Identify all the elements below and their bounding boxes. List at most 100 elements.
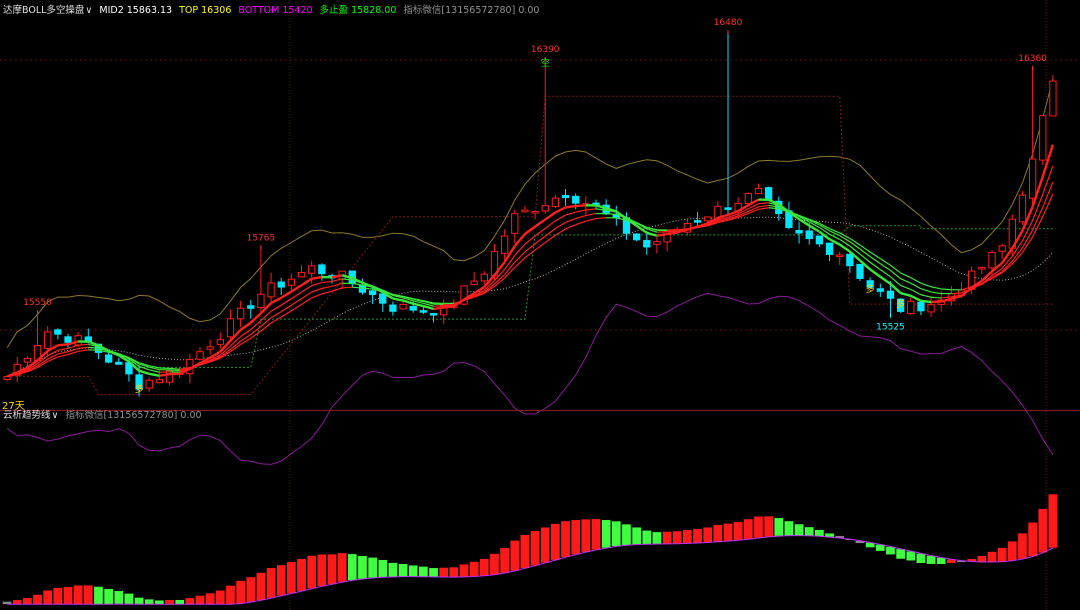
oscillator-bar xyxy=(327,553,337,585)
chevron-down-icon[interactable]: ∨ xyxy=(85,4,92,18)
oscillator-bar xyxy=(814,529,825,537)
trend-ribbon-segment xyxy=(280,304,292,313)
candle-body xyxy=(907,300,915,315)
trend-ribbon-segment xyxy=(666,231,678,236)
trend-ribbon-segment xyxy=(300,277,313,287)
trend-ribbon-segment xyxy=(585,208,597,211)
trend-ribbon-segment xyxy=(900,284,911,290)
trend-ribbon-segment xyxy=(555,221,566,230)
trend-ribbon-segment xyxy=(433,306,444,311)
candle-body xyxy=(815,235,824,245)
oscillator-bar xyxy=(1017,532,1028,560)
trend-ribbon-segment xyxy=(149,369,160,373)
oscillator-bar xyxy=(134,597,144,605)
candle-body xyxy=(155,379,164,384)
trend-ribbon-segment xyxy=(301,297,313,305)
oscillator-bar xyxy=(215,590,226,605)
trend-ribbon-segment xyxy=(352,286,363,289)
trend-ribbon-segment xyxy=(311,293,323,299)
trend-ribbon-segment xyxy=(67,344,79,349)
signal-marker: 多 xyxy=(896,298,905,310)
oscillator-bar xyxy=(733,521,743,541)
trend-ribbon-segment xyxy=(555,214,566,222)
candle-body xyxy=(744,192,752,205)
days-label: 27天 xyxy=(2,401,25,412)
oscillator-bar xyxy=(997,547,1007,562)
oscillator-bar xyxy=(702,527,713,543)
high-price-label: 16360 xyxy=(1018,54,1047,64)
trend-ribbon-segment xyxy=(78,343,89,346)
candle-body xyxy=(551,197,560,208)
oscillator-bar xyxy=(276,564,286,597)
oscillator-bar xyxy=(154,600,165,605)
trend-ribbon-segment xyxy=(900,272,912,279)
oscillator-bar xyxy=(418,566,429,577)
oscillator-bar xyxy=(266,567,276,599)
oscillator-bar xyxy=(164,599,175,605)
mid-band-line xyxy=(6,216,1054,377)
oscillator-bar xyxy=(337,552,347,583)
candle-body xyxy=(856,263,864,279)
candle-body xyxy=(927,304,935,313)
oscillator-bar xyxy=(1027,522,1038,557)
oscillator-bar xyxy=(449,566,459,578)
mid-value: MID2 15863.13 xyxy=(99,5,173,16)
oscillator-bar xyxy=(916,553,926,564)
trend-ribbon-segment xyxy=(239,321,252,331)
trend-ribbon-segment xyxy=(849,237,861,246)
candle-body xyxy=(54,329,62,335)
candle-body xyxy=(998,245,1006,252)
stop-line xyxy=(139,225,1053,368)
trend-ribbon-segment xyxy=(900,278,912,284)
oscillator-bar xyxy=(83,584,94,605)
oscillator-bar xyxy=(479,558,490,576)
candle-body xyxy=(825,242,834,255)
trend-ribbon-segment xyxy=(656,232,668,237)
oscillator-bar xyxy=(317,554,327,587)
candle-body xyxy=(226,318,235,338)
oscillator-bar xyxy=(560,520,571,558)
oscillator-bar xyxy=(489,553,500,575)
trend-ribbon-segment xyxy=(991,272,1003,279)
candle-body xyxy=(886,290,895,299)
oscillator-bar xyxy=(388,562,398,578)
candle-body xyxy=(399,303,407,310)
oscillator-bar xyxy=(977,555,987,563)
trend-ribbon-segment xyxy=(565,204,576,209)
chevron-down-icon[interactable]: ∨ xyxy=(52,409,59,423)
trend-ribbon-segment xyxy=(169,367,180,370)
oscillator-bar xyxy=(103,588,114,605)
trend-ribbon-segment xyxy=(412,302,424,308)
oscillator-bar xyxy=(1037,508,1048,553)
trend-ribbon-segment xyxy=(595,217,607,220)
oscillator-bar xyxy=(692,528,703,544)
indicator-name[interactable]: 达摩BOLL多空操盘 xyxy=(3,4,84,18)
candle-body xyxy=(805,230,813,240)
trend-ribbon-segment xyxy=(879,269,891,278)
trend-ribbon-segment xyxy=(270,296,282,305)
candle-body xyxy=(531,211,539,214)
trend-ribbon-segment xyxy=(280,310,292,318)
oscillator-bar xyxy=(185,597,195,605)
oscillator-bar xyxy=(124,593,134,605)
indicator-misc: 指标微信[13156572780] 0.00 xyxy=(403,5,540,16)
candle-body xyxy=(1049,80,1057,117)
trend-ribbon-segment xyxy=(443,305,455,309)
signal-line xyxy=(7,535,1054,605)
oscillator-bar xyxy=(763,515,774,538)
candlestick-chart[interactable]: 155501576516390164801552516360空多多多 xyxy=(0,0,1080,610)
trend-ribbon-segment xyxy=(514,257,526,268)
trend-ribbon-segment xyxy=(758,202,769,205)
trend-ribbon-segment xyxy=(646,231,658,237)
candle-body xyxy=(64,336,72,343)
candle-body xyxy=(511,213,519,234)
candle-body xyxy=(277,281,285,288)
trend-ribbon-segment xyxy=(910,288,922,296)
candle-body xyxy=(470,280,478,286)
oscillator-bar xyxy=(713,524,723,543)
oscillator-bar xyxy=(286,561,297,594)
oscillator-bar xyxy=(682,529,693,544)
oscillator-bar xyxy=(235,580,246,604)
oscillator-bar xyxy=(570,519,581,555)
oscillator-bar xyxy=(113,590,124,605)
